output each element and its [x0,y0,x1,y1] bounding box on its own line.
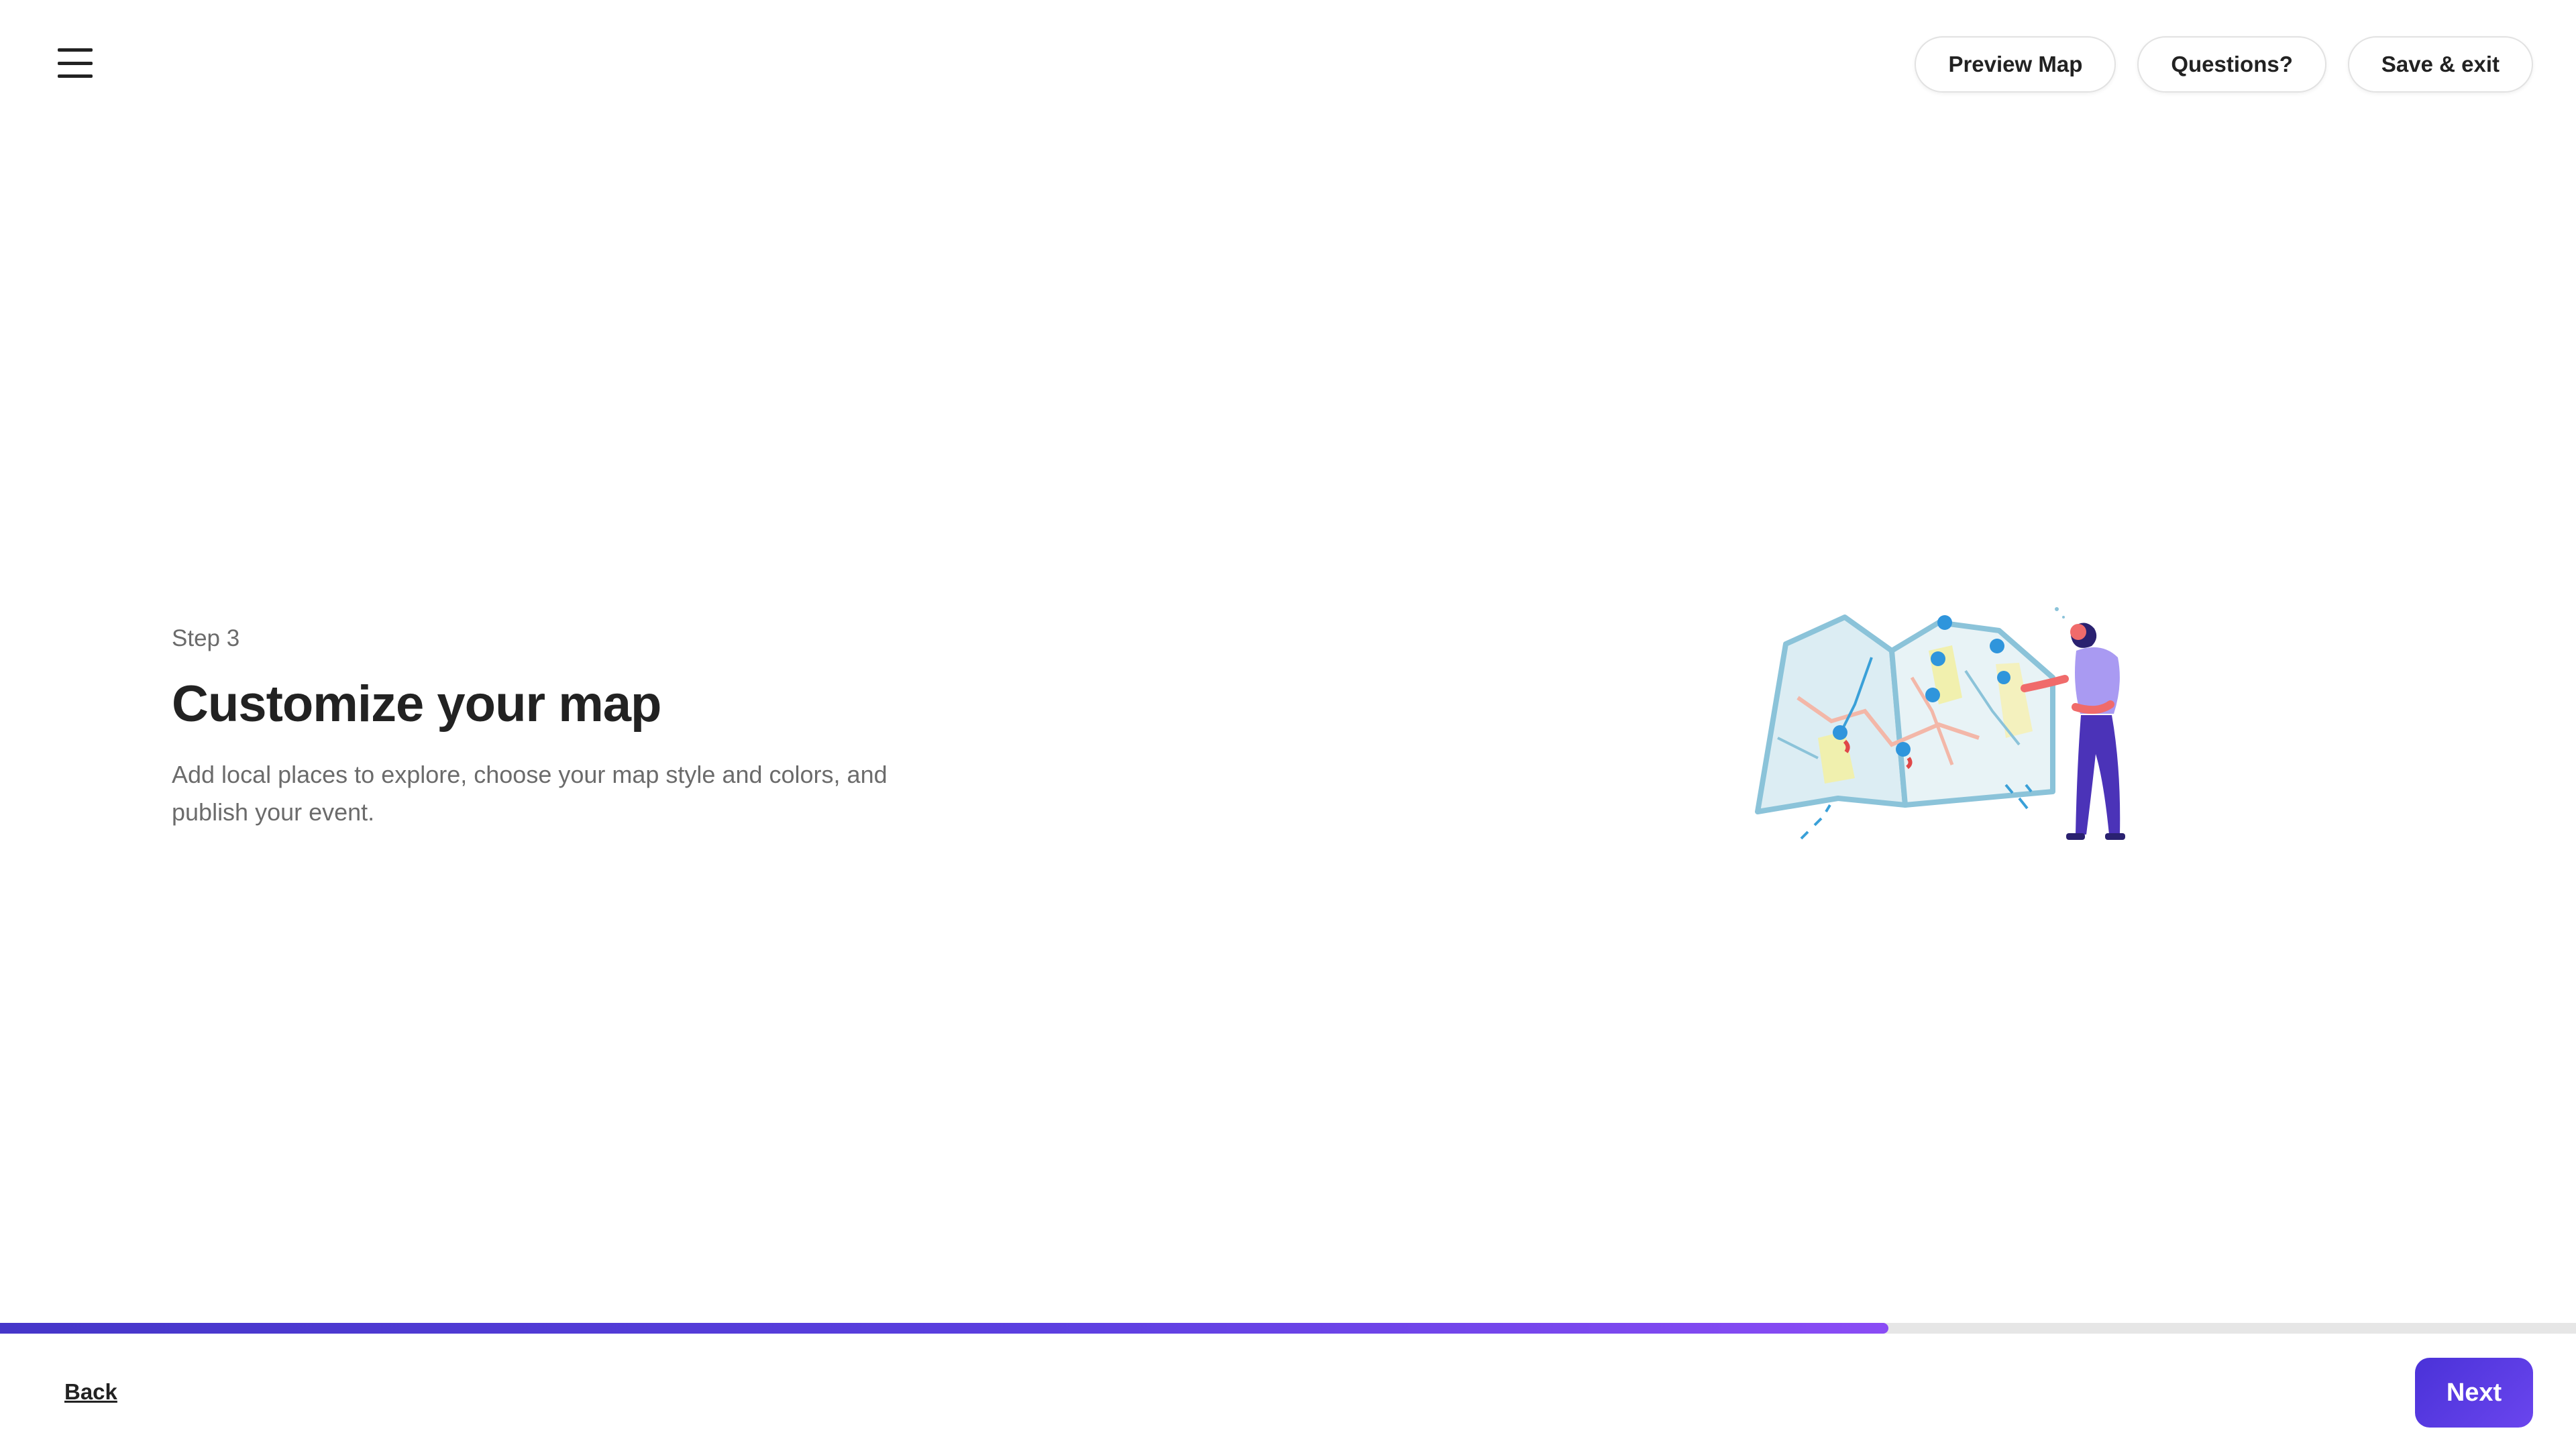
questions-button[interactable]: Questions? [2137,36,2326,93]
hamburger-menu-icon[interactable] [58,46,93,80]
header-actions: Preview Map Questions? Save & exit [1915,36,2533,93]
back-link[interactable]: Back [64,1379,117,1405]
progress-fill [0,1323,1888,1334]
next-button[interactable]: Next [2415,1358,2533,1428]
page: Preview Map Questions? Save & exit Step … [0,0,2576,1449]
save-exit-button[interactable]: Save & exit [2347,36,2533,93]
hero-text: Step 3 Customize your map Add local plac… [172,625,943,831]
page-title: Customize your map [172,676,661,733]
step-label: Step 3 [172,625,240,651]
step-description: Add local places to explore, choose your… [172,761,888,826]
person-with-map-illustration [1755,607,2125,840]
progress-bar [0,1323,2576,1334]
preview-map-button[interactable]: Preview Map [1915,36,2116,93]
